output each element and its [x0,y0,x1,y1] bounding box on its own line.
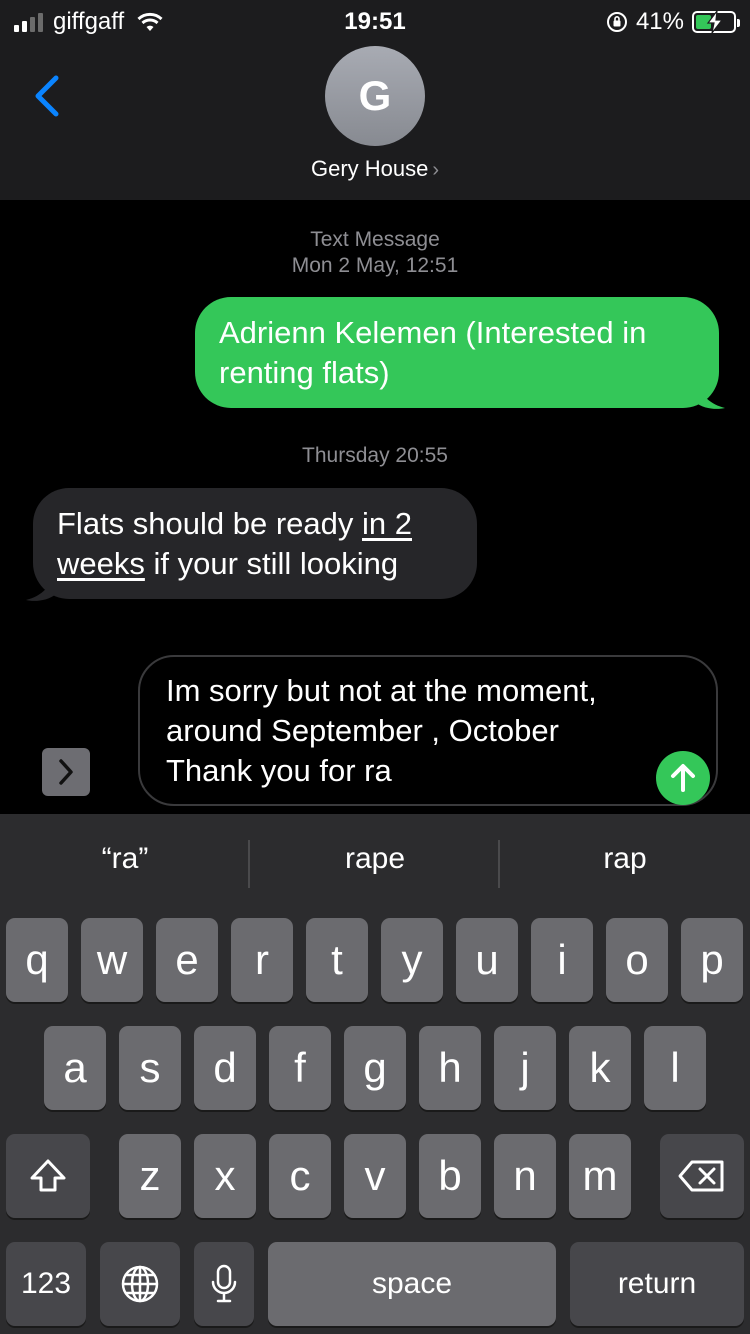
battery-charging-icon [692,11,740,33]
dictation-key[interactable] [194,1242,254,1326]
key-l[interactable]: l [644,1026,706,1110]
message-input-text[interactable]: Im sorry but not at the moment, around S… [166,671,646,791]
avatar[interactable]: G [325,46,425,146]
shift-icon [30,1159,66,1192]
received-text-end: if your still looking [144,546,399,581]
predictive-bar: “ra” rape rap [0,814,750,914]
send-button[interactable] [656,751,710,805]
key-v[interactable]: v [344,1134,406,1218]
sent-bubble-tail [695,376,725,409]
status-right: 41% [606,8,740,36]
key-h[interactable]: h [419,1026,481,1110]
numbers-key[interactable]: 123 [6,1242,86,1326]
return-key[interactable]: return [570,1242,744,1326]
received-bubble-tail [26,568,56,601]
key-n[interactable]: n [494,1134,556,1218]
key-k[interactable]: k [569,1026,631,1110]
key-b[interactable]: b [419,1134,481,1218]
conversation-header: giffgaff 19:51 41% G Gery House › [0,0,750,200]
timestamp-service: Text Message [310,228,440,251]
key-y[interactable]: y [381,918,443,1002]
space-key[interactable]: space [268,1242,556,1326]
key-o[interactable]: o [606,918,668,1002]
key-c[interactable]: c [269,1134,331,1218]
return-key-label: return [617,1267,697,1300]
key-s[interactable]: s [119,1026,181,1110]
received-text-start: Flats should be ready [57,506,363,541]
key-z[interactable]: z [119,1134,181,1218]
key-q[interactable]: q [6,918,68,1002]
globe-key[interactable] [100,1242,180,1326]
message-timestamp-2: Thursday 20:55 [302,444,448,467]
shift-key[interactable] [6,1134,90,1218]
sent-message-text: Adrienn Kelemen (Interested in renting f… [219,315,647,390]
avatar-initial: G [358,72,392,119]
prediction-1[interactable]: “ra” [0,842,250,876]
message-timestamp: Text Message Mon 2 May, 12:51 [0,227,750,279]
orientation-lock-icon [606,12,627,32]
key-t[interactable]: t [306,918,368,1002]
key-e[interactable]: e [156,918,218,1002]
prediction-2[interactable]: rape [250,842,500,876]
key-d[interactable]: d [194,1026,256,1110]
delete-key[interactable] [660,1134,744,1218]
key-g[interactable]: g [344,1026,406,1110]
received-message-bubble[interactable]: Flats should be ready in 2 weeks if your… [33,488,477,599]
space-key-label: space [371,1267,453,1300]
delete-icon [678,1160,724,1192]
key-p[interactable]: p [681,918,743,1002]
status-bar: giffgaff 19:51 41% [0,0,750,44]
prediction-3[interactable]: rap [500,842,750,876]
timestamp-date: Mon 2 May, 12:51 [291,254,459,277]
key-a[interactable]: a [44,1026,106,1110]
arrow-up-icon [671,764,695,792]
app-drawer-button[interactable] [42,748,90,796]
sent-message-bubble[interactable]: Adrienn Kelemen (Interested in renting f… [195,297,719,408]
contact-name-button[interactable]: Gery House › [0,156,750,182]
key-w[interactable]: w [81,918,143,1002]
numbers-key-label: 123 [20,1267,72,1300]
key-f[interactable]: f [269,1026,331,1110]
key-m[interactable]: m [569,1134,631,1218]
key-i[interactable]: i [531,918,593,1002]
keyboard: “ra” rape rap q w e r t y u i o p a s d … [0,814,750,1334]
message-input[interactable]: Im sorry but not at the moment, around S… [138,655,718,806]
key-x[interactable]: x [194,1134,256,1218]
key-j[interactable]: j [494,1026,556,1110]
chevron-left-icon[interactable] [30,74,64,118]
key-u[interactable]: u [456,918,518,1002]
battery-percent: 41% [635,8,684,35]
chevron-right-icon [59,759,73,785]
microphone-icon [211,1264,237,1303]
contact-name: Gery House [310,156,429,181]
chevron-right-icon: › [432,159,440,181]
globe-icon [121,1265,159,1303]
key-r[interactable]: r [231,918,293,1002]
